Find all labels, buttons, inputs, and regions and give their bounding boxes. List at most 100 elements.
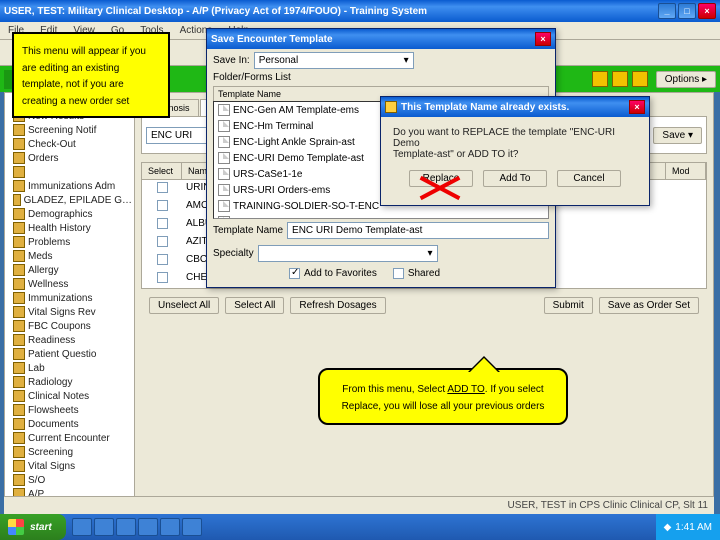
taskbar-app-4[interactable]: [138, 518, 158, 536]
close-button[interactable]: ×: [698, 3, 716, 19]
folder-icon: [13, 222, 25, 234]
folder-icon: [13, 320, 25, 332]
tree-item[interactable]: Problems: [7, 235, 132, 249]
tree-item[interactable]: Immunizations Adm: [7, 179, 132, 193]
col-select[interactable]: Select: [142, 163, 182, 179]
start-button[interactable]: start: [0, 514, 66, 540]
folder-icon: [13, 236, 25, 248]
tree-item[interactable]: Orders: [7, 151, 132, 165]
folder-icon: [13, 348, 25, 360]
folder-icon: [13, 418, 25, 430]
taskbar-app-2[interactable]: [94, 518, 114, 536]
folder-icon: [13, 362, 25, 374]
tree-item[interactable]: Vital Signs Rev: [7, 305, 132, 319]
order-checkbox[interactable]: [142, 218, 182, 232]
folder-icon: [13, 376, 25, 388]
add-to-button[interactable]: Add To: [483, 170, 547, 187]
cancel-button[interactable]: Cancel: [557, 170, 621, 187]
order-checkbox[interactable]: [142, 200, 182, 214]
orders-footer: Unselect All Select All Refresh Dosages …: [141, 289, 707, 314]
submit-button[interactable]: Submit: [544, 297, 593, 314]
alert-c-icon[interactable]: [612, 71, 628, 87]
tree-item[interactable]: Allergy: [7, 263, 132, 277]
taskbar-app-6[interactable]: [182, 518, 202, 536]
options-button[interactable]: Options ▸: [656, 71, 716, 88]
tree-item[interactable]: Meds: [7, 249, 132, 263]
windows-icon: [8, 519, 24, 535]
file-icon: [218, 200, 230, 212]
tree-item[interactable]: Vital Signs: [7, 459, 132, 473]
save-dialog-close[interactable]: ×: [535, 32, 551, 46]
folder-icon: [13, 194, 21, 206]
tree-item[interactable]: Check-Out: [7, 137, 132, 151]
nav-tree[interactable]: List ManagementNew ResultsScreening Noti…: [5, 93, 135, 513]
taskbar: start ◆ 1:41 AM: [0, 514, 720, 540]
status-text: USER, TEST in CPS Clinic Clinical CP, Sl…: [508, 500, 708, 511]
tree-item[interactable]: Readiness: [7, 333, 132, 347]
template-name-input[interactable]: ENC URI Demo Template-ast: [287, 222, 549, 239]
save-in-combo[interactable]: Personal▾: [254, 52, 414, 69]
folder-icon: [13, 334, 25, 346]
refresh-dosages-button[interactable]: Refresh Dosages: [290, 297, 385, 314]
save-order-set-button[interactable]: Save as Order Set: [599, 297, 699, 314]
tree-item[interactable]: Demographics: [7, 207, 132, 221]
tree-item[interactable]: Immunizations: [7, 291, 132, 305]
taskbar-app-3[interactable]: [116, 518, 136, 536]
tree-item[interactable]: Health History: [7, 221, 132, 235]
tree-item[interactable]: Radiology: [7, 375, 132, 389]
tree-item[interactable]: Flowsheets: [7, 403, 132, 417]
red-x-overlay: [418, 168, 462, 204]
status-bar: USER, TEST in CPS Clinic Clinical CP, Sl…: [4, 496, 714, 514]
tree-item[interactable]: Lab: [7, 361, 132, 375]
tree-item[interactable]: Screening: [7, 445, 132, 459]
tree-item[interactable]: Screening Notif: [7, 123, 132, 137]
tree-item[interactable]: Documents: [7, 417, 132, 431]
file-icon: [218, 168, 230, 180]
folder-icon: [13, 292, 25, 304]
col-mod[interactable]: Mod: [666, 163, 706, 179]
tree-item[interactable]: [7, 165, 132, 179]
folder-icon: [13, 138, 25, 150]
system-tray[interactable]: ◆ 1:41 AM: [656, 514, 720, 540]
save-options: ✓Add to Favorites Shared: [207, 265, 555, 282]
taskbar-app-5[interactable]: [160, 518, 180, 536]
alert-v-icon[interactable]: [592, 71, 608, 87]
folder-icon: [13, 250, 25, 262]
tree-item[interactable]: Patient Questio: [7, 347, 132, 361]
order-checkbox[interactable]: [142, 236, 182, 250]
folder-icon: [13, 446, 25, 458]
unselect-all-button[interactable]: Unselect All: [149, 297, 219, 314]
tree-item[interactable]: Wellness: [7, 277, 132, 291]
specialty-combo[interactable]: ▾: [258, 245, 438, 262]
file-icon: [218, 136, 230, 148]
confirm-body: Do you want to REPLACE the template "ENC…: [381, 117, 649, 166]
confirm-close[interactable]: ×: [629, 100, 645, 114]
order-checkbox[interactable]: [142, 254, 182, 268]
add-favorites-checkbox[interactable]: ✓Add to Favorites: [289, 268, 377, 279]
save-dropdown-button[interactable]: Save ▾: [653, 127, 702, 144]
chevron-down-icon: ▾: [404, 55, 409, 66]
select-all-button[interactable]: Select All: [225, 297, 284, 314]
specialty-field: Specialty ▾: [207, 242, 555, 265]
folder-icon: [13, 180, 25, 192]
save-in-field: Save In: Personal▾: [207, 49, 555, 72]
file-icon: [218, 152, 230, 164]
tree-item[interactable]: FBC Coupons: [7, 319, 132, 333]
folder-icon: [13, 404, 25, 416]
app-titlebar: USER, TEST: Military Clinical Desktop - …: [0, 0, 720, 22]
tray-icon[interactable]: ◆: [664, 522, 672, 533]
tree-item[interactable]: Current Encounter: [7, 431, 132, 445]
save-dialog-title: Save Encounter Template ×: [207, 29, 555, 49]
tree-item[interactable]: S/O: [7, 473, 132, 487]
maximize-button[interactable]: □: [678, 3, 696, 19]
order-checkbox[interactable]: [142, 182, 182, 196]
folder-label: Folder/Forms List: [207, 72, 555, 86]
shared-checkbox[interactable]: Shared: [393, 268, 440, 279]
template-name-field: Template Name ENC URI Demo Template-ast: [207, 219, 555, 242]
order-checkbox[interactable]: [142, 272, 182, 286]
tree-item[interactable]: GLADEZ, EPILADE G…: [7, 193, 132, 207]
taskbar-app-1[interactable]: [72, 518, 92, 536]
alert-a-icon[interactable]: [632, 71, 648, 87]
minimize-button[interactable]: _: [658, 3, 676, 19]
tree-item[interactable]: Clinical Notes: [7, 389, 132, 403]
